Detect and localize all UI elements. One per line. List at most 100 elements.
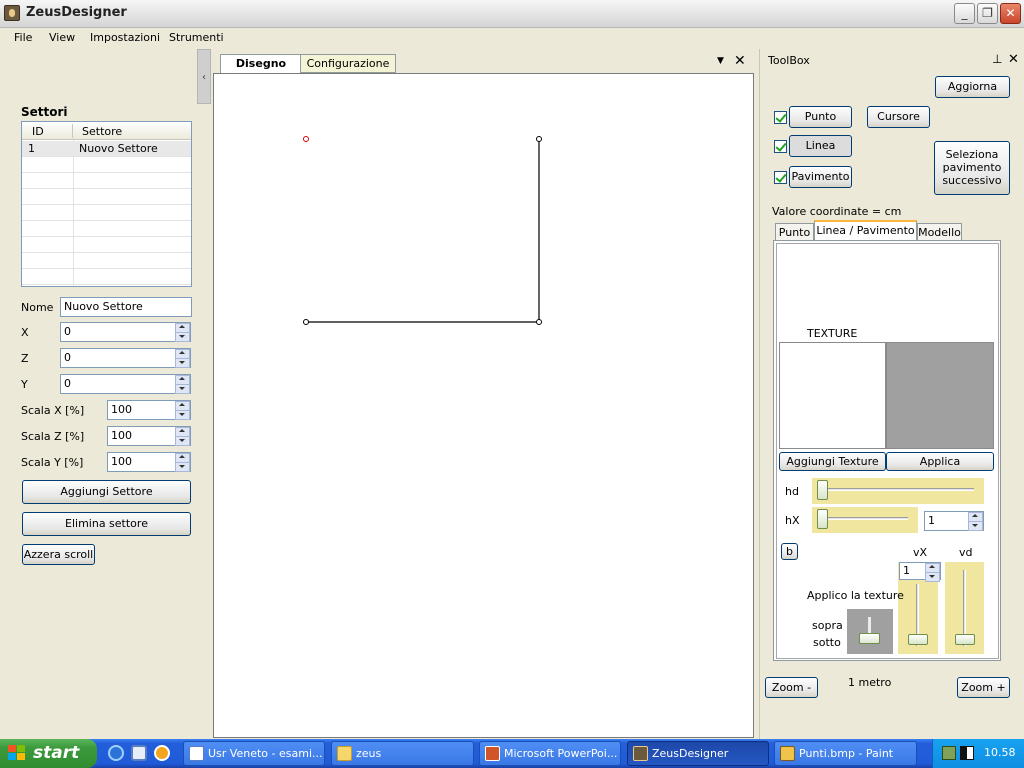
hx-slider-thumb[interactable] [817,509,828,529]
vx-slider-thumb[interactable] [908,634,928,645]
app-window: ZeusDesigner _ ❐ ✕ File View Impostazion… [0,0,1024,768]
azzera-scroll-button[interactable]: Azzera scroll [22,544,95,565]
sopra-sotto-toggle[interactable] [847,609,893,654]
menu-file[interactable]: File [14,31,32,44]
collapse-panel-button[interactable]: ‹ [197,49,211,104]
scala-y-field[interactable]: 100 [107,452,191,472]
task-zeusdesigner[interactable]: ZeusDesigner [627,741,769,766]
scala-y-spinner[interactable] [175,453,190,472]
hx-spinner[interactable] [968,512,983,531]
vd-label: vd [959,546,973,559]
minimize-button[interactable]: _ [954,3,975,24]
network-icon[interactable] [942,746,956,760]
sopra-label: sopra [812,619,843,632]
scala-x-label: Scala X [%] [21,404,85,417]
scala-z-spinner[interactable] [175,427,190,446]
hx-value: 1 [928,514,935,527]
b-button[interactable]: b [781,543,798,560]
scala-x-spinner[interactable] [175,401,190,420]
point-marker[interactable] [536,319,542,325]
vx-spinner[interactable] [925,563,940,582]
settori-table[interactable]: ID Settore 1 Nuovo Settore [21,121,192,287]
punto-checkbox[interactable] [774,111,787,124]
texture-label: TEXTURE [807,327,858,340]
scala-z-field[interactable]: 100 [107,426,191,446]
clock[interactable]: 10.58 [984,746,1016,759]
point-marker[interactable] [536,136,542,142]
tray-app-icon[interactable] [960,746,974,760]
tab-configurazione[interactable]: Configurazione [300,54,396,73]
cursore-button[interactable]: Cursore [867,106,930,128]
restore-button[interactable]: ❐ [977,3,998,24]
close-icon: ✕ [1005,6,1016,20]
point-marker[interactable] [303,319,309,325]
texture-preview[interactable] [886,342,994,449]
x-label: X [21,326,29,339]
close-icon[interactable]: ✕ [734,53,746,69]
task-paint[interactable]: Punti.bmp - Paint [774,741,917,766]
task-usr-veneto[interactable]: Usr Veneto - esami... [183,741,325,766]
show-desktop-icon[interactable] [131,745,147,761]
linea-button[interactable]: Linea [789,135,852,157]
tab-modello[interactable]: Modello [917,223,962,241]
menu-view[interactable]: View [49,31,75,44]
menu-impostazioni[interactable]: Impostazioni [90,31,160,44]
vd-slider[interactable] [945,562,984,654]
applica-button[interactable]: Applica [886,452,994,471]
x-spinner[interactable] [175,323,190,342]
tab-disegno[interactable]: Disegno [220,54,302,73]
ie-icon[interactable] [108,745,124,761]
scala-x-field[interactable]: 100 [107,400,191,420]
aggiungi-settore-button[interactable]: Aggiungi Settore [22,480,191,504]
punto-button[interactable]: Punto [789,106,852,128]
pavimento-button[interactable]: Pavimento [789,166,852,188]
sopra-sotto-thumb[interactable] [859,633,880,644]
hx-field[interactable]: 1 [924,511,984,531]
scala-y-value: 100 [111,455,132,468]
column-header-id[interactable]: ID [32,125,44,138]
zoom-minus-button[interactable]: Zoom - [765,677,818,698]
point-marker-selected[interactable] [303,136,309,142]
settori-panel: ‹ Settori ID Settore 1 Nuovo Settore Nom… [0,49,212,739]
tab-punto[interactable]: Punto [775,223,814,241]
task-zeus-folder[interactable]: zeus [331,741,474,766]
table-row[interactable]: 1 Nuovo Settore [22,141,191,157]
nome-field[interactable]: Nuovo Settore [60,297,192,317]
vx-field[interactable]: 1 [899,562,941,582]
tab-linea-pavimento[interactable]: Linea / Pavimento [814,220,917,241]
hx-slider[interactable] [812,507,918,533]
close-window-button[interactable]: ✕ [1000,3,1021,24]
hd-slider[interactable] [812,478,984,504]
pavimento-checkbox[interactable] [774,171,787,184]
linea-checkbox[interactable] [774,140,787,153]
column-header-settore[interactable]: Settore [82,125,122,138]
media-player-icon[interactable] [154,745,170,761]
hd-slider-thumb[interactable] [817,480,828,500]
coord-label: Valore coordinate = cm [772,205,902,218]
system-tray: 10.58 [932,739,1024,768]
elimina-settore-button[interactable]: Elimina settore [22,512,191,536]
drawing-canvas[interactable] [213,73,754,738]
chevron-down-icon[interactable]: ▼ [717,56,724,66]
y-label: Y [21,378,28,391]
menu-strumenti[interactable]: Strumenti [169,31,224,44]
aggiorna-button[interactable]: Aggiorna [935,76,1010,98]
pin-icon[interactable]: ⊥ [992,52,1002,66]
z-spinner[interactable] [175,349,190,368]
start-button[interactable]: start [0,739,97,768]
y-field[interactable]: 0 [60,374,191,394]
vd-slider-thumb[interactable] [955,634,975,645]
z-field[interactable]: 0 [60,348,191,368]
aggiungi-texture-button[interactable]: Aggiungi Texture [779,452,886,471]
table-row-empty [22,189,191,205]
seleziona-pavimento-button[interactable]: Seleziona pavimento successivo [934,141,1010,195]
settori-heading: Settori [21,105,68,119]
window-title: ZeusDesigner [26,5,127,20]
x-field[interactable]: 0 [60,322,191,342]
close-icon[interactable]: ✕ [1008,52,1019,67]
task-powerpoint[interactable]: Microsoft PowerPoi... [479,741,621,766]
texture-slot-empty[interactable] [779,342,886,449]
y-spinner[interactable] [175,375,190,394]
windows-logo-icon [8,745,26,762]
zoom-plus-button[interactable]: Zoom + [957,677,1010,698]
